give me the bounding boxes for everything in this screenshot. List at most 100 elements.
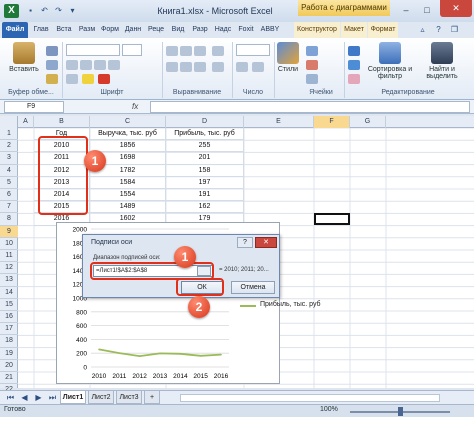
row-header-10[interactable]: 10	[0, 238, 18, 250]
tab-review[interactable]: Реце	[145, 22, 167, 38]
table-cell[interactable]: 1856	[90, 140, 166, 153]
table-cell[interactable]: 1489	[90, 201, 166, 214]
font-grow-icon[interactable]	[108, 60, 120, 70]
zoom-slider-knob[interactable]	[398, 407, 403, 416]
excel-app-icon[interactable]: X	[4, 4, 19, 18]
new-sheet-icon[interactable]: +	[144, 391, 160, 404]
dialog-help-button[interactable]: ?	[237, 237, 253, 248]
dialog-close-button[interactable]: ✕	[255, 237, 277, 248]
row-header-19[interactable]: 19	[0, 348, 18, 360]
column-header-g[interactable]: G	[350, 116, 386, 128]
table-cell[interactable]: 255	[166, 140, 244, 153]
row-header-20[interactable]: 20	[0, 360, 18, 372]
save-icon[interactable]: ▪	[24, 5, 37, 17]
column-header-c[interactable]: C	[90, 116, 166, 128]
sheet-tab-3[interactable]: Лист3	[116, 391, 142, 404]
table-cell[interactable]: 197	[166, 176, 244, 189]
fill-color-icon[interactable]	[82, 74, 94, 84]
table-cell[interactable]: 191	[166, 189, 244, 202]
insert-cells-icon[interactable]	[306, 46, 318, 56]
find-select-button[interactable]: Найти и выделить	[418, 42, 466, 80]
row-header-15[interactable]: 15	[0, 299, 18, 311]
row-header-17[interactable]: 17	[0, 323, 18, 336]
cut-icon[interactable]	[46, 46, 58, 56]
align-top-icon[interactable]	[166, 46, 178, 56]
align-left-icon[interactable]	[166, 62, 178, 72]
sheet-tab-1[interactable]: Лист1	[60, 391, 86, 404]
table-cell[interactable]: 162	[166, 201, 244, 214]
column-header-f[interactable]: F	[314, 116, 350, 128]
styles-button[interactable]: Стили	[276, 42, 300, 73]
tab-abbyy[interactable]: ABBY	[258, 22, 282, 38]
restore-icon[interactable]: ❐	[448, 24, 461, 36]
table-cell[interactable]: 1554	[90, 189, 166, 202]
bold-icon[interactable]	[66, 60, 78, 70]
tab-layout[interactable]: Макет	[341, 22, 367, 38]
number-format-select[interactable]	[236, 44, 270, 56]
row-header-6[interactable]: 6	[0, 189, 18, 202]
help-icon[interactable]: ?	[432, 24, 445, 36]
tab-file[interactable]: Файл	[2, 22, 28, 38]
last-sheet-icon[interactable]: ⏭	[46, 392, 59, 404]
sort-filter-button[interactable]: Сортировка и фильтр	[364, 42, 416, 80]
row-header-18[interactable]: 18	[0, 335, 18, 348]
tab-page-layout[interactable]: Разм	[76, 22, 98, 38]
tab-view[interactable]: Вид	[168, 22, 188, 38]
row-header-11[interactable]: 11	[0, 250, 18, 263]
ribbon-minimize-icon[interactable]: ▵	[416, 24, 429, 36]
wrap-text-icon[interactable]	[212, 46, 224, 56]
paste-button[interactable]: Вставить	[4, 42, 44, 73]
maximize-button[interactable]: □	[417, 3, 437, 18]
row-header-12[interactable]: 12	[0, 262, 18, 275]
sheet-tab-2[interactable]: Лист2	[88, 391, 114, 404]
tab-formulas[interactable]: Форм	[99, 22, 121, 38]
minimize-button[interactable]: –	[396, 3, 416, 18]
column-header-e[interactable]: E	[244, 116, 314, 128]
redo-icon[interactable]: ↷	[52, 5, 65, 17]
row-header-5[interactable]: 5	[0, 177, 18, 189]
close-button[interactable]: ✕	[440, 0, 472, 17]
autosum-icon[interactable]	[348, 46, 360, 56]
table-cell[interactable]: 158	[166, 164, 244, 177]
undo-icon[interactable]: ↶	[38, 5, 51, 17]
percent-icon[interactable]	[236, 62, 248, 72]
italic-icon[interactable]	[80, 60, 92, 70]
format-painter-icon[interactable]	[46, 74, 58, 84]
tab-addins[interactable]: Надс	[212, 22, 234, 38]
insert-function-icon[interactable]: fx	[132, 101, 146, 113]
row-header-2[interactable]: 2	[0, 140, 18, 153]
next-sheet-icon[interactable]: ▶	[32, 392, 45, 404]
row-header-8[interactable]: 8	[0, 213, 18, 226]
cancel-button[interactable]: Отмена	[231, 281, 275, 294]
active-cell-frame[interactable]	[314, 213, 350, 225]
tab-developer[interactable]: Разр	[189, 22, 211, 38]
row-header-21[interactable]: 21	[0, 372, 18, 385]
row-header-1[interactable]: 1	[0, 128, 18, 141]
row-header-4[interactable]: 4	[0, 165, 18, 177]
row-header-7[interactable]: 7	[0, 201, 18, 214]
table-cell[interactable]: 201	[166, 152, 244, 165]
row-header-13[interactable]: 13	[0, 274, 18, 287]
table-header-cell[interactable]: Выручка, тыс. руб	[90, 128, 166, 141]
formula-input[interactable]	[150, 101, 470, 113]
column-header-d[interactable]: D	[166, 116, 244, 128]
column-header-a[interactable]: A	[18, 116, 34, 128]
thousands-icon[interactable]	[252, 62, 264, 72]
align-bottom-icon[interactable]	[194, 46, 206, 56]
column-header-b[interactable]: B	[34, 116, 90, 128]
tab-home[interactable]: Глав	[30, 22, 52, 38]
zoom-level[interactable]: 100%	[320, 406, 338, 413]
delete-cells-icon[interactable]	[306, 60, 318, 70]
first-sheet-icon[interactable]: ⏮	[4, 392, 17, 404]
borders-icon[interactable]	[66, 74, 78, 84]
merge-cells-icon[interactable]	[212, 62, 224, 72]
format-cells-icon[interactable]	[306, 74, 318, 84]
align-middle-icon[interactable]	[180, 46, 192, 56]
row-header-16[interactable]: 16	[0, 311, 18, 324]
row-header-9[interactable]: 9	[0, 225, 18, 238]
font-size-select[interactable]	[122, 44, 142, 56]
tab-data[interactable]: Данн	[122, 22, 144, 38]
fill-icon[interactable]	[348, 60, 360, 70]
row-header-14[interactable]: 14	[0, 287, 18, 299]
table-cell[interactable]: 1584	[90, 176, 166, 189]
